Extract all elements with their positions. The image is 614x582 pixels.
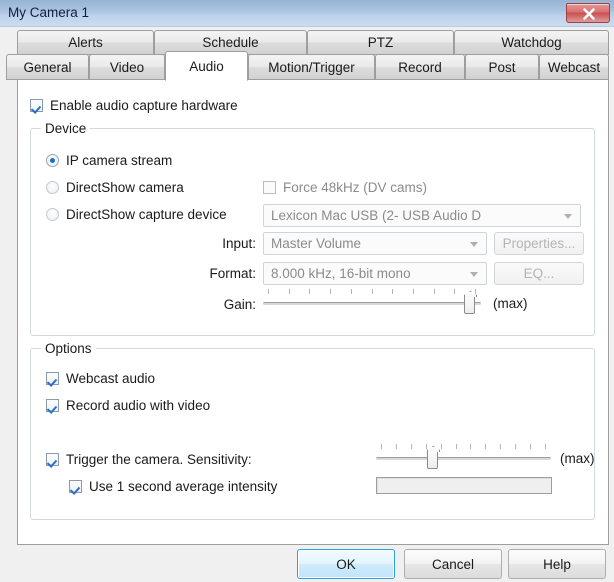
cancel-button[interactable]: Cancel	[404, 549, 502, 579]
tab-label: Webcast	[547, 59, 601, 75]
tab-label: Record	[398, 59, 442, 75]
tab-ptz[interactable]: PTZ	[307, 30, 454, 55]
average-intensity-row[interactable]: Use 1 second average intensity	[69, 479, 277, 494]
enable-audio-capture-checkbox[interactable]	[30, 99, 43, 112]
tab-record[interactable]: Record	[375, 54, 465, 80]
capture-device-combo[interactable]: Lexicon Mac USB (2- USB Audio D	[263, 204, 581, 227]
format-combo-value: 8.000 kHz, 16-bit mono	[271, 266, 411, 281]
tab-general[interactable]: General	[6, 54, 89, 80]
radio-directshow-capture-device-label: DirectShow capture device	[66, 207, 227, 222]
radio-ip-camera-stream-row[interactable]: IP camera stream	[46, 153, 172, 168]
input-combo-value: Master Volume	[271, 236, 362, 251]
sensitivity-slider-ticks	[376, 444, 551, 450]
trigger-camera-label: Trigger the camera. Sensitivity:	[66, 452, 252, 467]
record-audio-label: Record audio with video	[66, 398, 211, 413]
radio-ip-camera-stream-label: IP camera stream	[66, 153, 173, 168]
force-48khz-row[interactable]: Force 48kHz (DV cams)	[263, 180, 427, 195]
input-label: Input:	[222, 236, 256, 251]
enable-audio-capture-label: Enable audio capture hardware	[50, 98, 238, 113]
gain-slider-ticks	[263, 289, 481, 295]
chevron-down-icon	[470, 272, 478, 277]
format-combo[interactable]: 8.000 kHz, 16-bit mono	[263, 262, 487, 285]
webcast-audio-label: Webcast audio	[66, 371, 156, 386]
cancel-button-label: Cancel	[431, 556, 475, 572]
eq-button-label: EQ...	[523, 266, 555, 281]
gain-max-label: (max)	[493, 296, 528, 311]
average-intensity-checkbox[interactable]	[69, 480, 82, 493]
eq-button[interactable]: EQ...	[494, 262, 584, 285]
force-48khz-checkbox[interactable]	[263, 181, 276, 194]
title-bar: My Camera 1	[0, 0, 614, 27]
tab-label: Schedule	[202, 35, 259, 50]
tab-label: Post	[488, 59, 516, 75]
tab-label: Alerts	[68, 35, 103, 50]
ok-button[interactable]: OK	[297, 549, 395, 579]
radio-directshow-camera-row[interactable]: DirectShow camera	[46, 180, 184, 195]
properties-button[interactable]: Properties...	[494, 232, 584, 255]
tab-watchdog[interactable]: Watchdog	[454, 30, 609, 55]
sensitivity-slider[interactable]	[376, 444, 551, 472]
tab-strip: Alerts Schedule PTZ Watchdog General Vid…	[0, 27, 614, 81]
tab-webcast[interactable]: Webcast	[539, 54, 609, 80]
sensitivity-slider-thumb[interactable]	[427, 449, 438, 469]
options-group-title: Options	[41, 341, 96, 356]
gain-slider[interactable]	[263, 289, 481, 317]
average-intensity-label: Use 1 second average intensity	[89, 479, 278, 494]
gain-slider-track[interactable]	[263, 302, 481, 305]
close-button[interactable]	[566, 3, 610, 23]
tab-label: Motion/Trigger	[268, 59, 355, 75]
record-audio-checkbox[interactable]	[46, 399, 59, 412]
chevron-down-icon	[564, 214, 572, 219]
audio-tab-panel: Enable audio capture hardware Device IP …	[17, 79, 609, 545]
radio-directshow-capture-device-row[interactable]: DirectShow capture device	[46, 207, 227, 222]
trigger-camera-checkbox[interactable]	[46, 453, 59, 466]
input-combo[interactable]: Master Volume	[263, 232, 487, 255]
device-group: Device IP camera stream DirectShow camer…	[30, 121, 595, 336]
tab-alerts[interactable]: Alerts	[17, 30, 154, 55]
options-group: Options Webcast audio Record audio with …	[30, 341, 595, 520]
webcast-audio-row[interactable]: Webcast audio	[46, 371, 155, 386]
gain-label: Gain:	[223, 297, 256, 312]
help-button-label: Help	[543, 556, 571, 572]
record-audio-row[interactable]: Record audio with video	[46, 398, 210, 413]
force-48khz-label: Force 48kHz (DV cams)	[283, 180, 428, 195]
gain-slider-thumb[interactable]	[464, 294, 475, 314]
properties-button-label: Properties...	[502, 236, 576, 251]
sensitivity-max-label: (max)	[560, 451, 595, 466]
tab-label: Watchdog	[501, 35, 562, 50]
close-x-icon	[583, 8, 595, 20]
tab-video[interactable]: Video	[89, 54, 165, 80]
radio-directshow-camera-label: DirectShow camera	[66, 180, 184, 195]
tab-motion-trigger[interactable]: Motion/Trigger	[248, 54, 375, 80]
tab-label: General	[23, 59, 72, 75]
tab-label: Video	[109, 59, 145, 75]
radio-ip-camera-stream[interactable]	[46, 154, 59, 167]
tab-label: PTZ	[367, 35, 394, 50]
enable-audio-capture-row[interactable]: Enable audio capture hardware	[30, 98, 238, 113]
trigger-camera-row[interactable]: Trigger the camera. Sensitivity:	[46, 452, 252, 467]
window-title: My Camera 1	[8, 5, 90, 20]
tab-label: Audio	[189, 58, 224, 74]
capture-device-combo-value: Lexicon Mac USB (2- USB Audio D	[271, 208, 482, 223]
radio-directshow-capture-device[interactable]	[46, 208, 59, 221]
intensity-meter	[376, 477, 552, 494]
sensitivity-slider-track[interactable]	[376, 457, 551, 460]
help-button[interactable]: Help	[508, 549, 606, 579]
chevron-down-icon	[470, 242, 478, 247]
radio-directshow-camera[interactable]	[46, 181, 59, 194]
format-label: Format:	[209, 266, 256, 281]
tab-audio[interactable]: Audio	[165, 51, 248, 81]
device-group-title: Device	[41, 121, 91, 136]
ok-button-label: OK	[336, 556, 356, 572]
webcast-audio-checkbox[interactable]	[46, 372, 59, 385]
tab-post[interactable]: Post	[465, 54, 539, 80]
